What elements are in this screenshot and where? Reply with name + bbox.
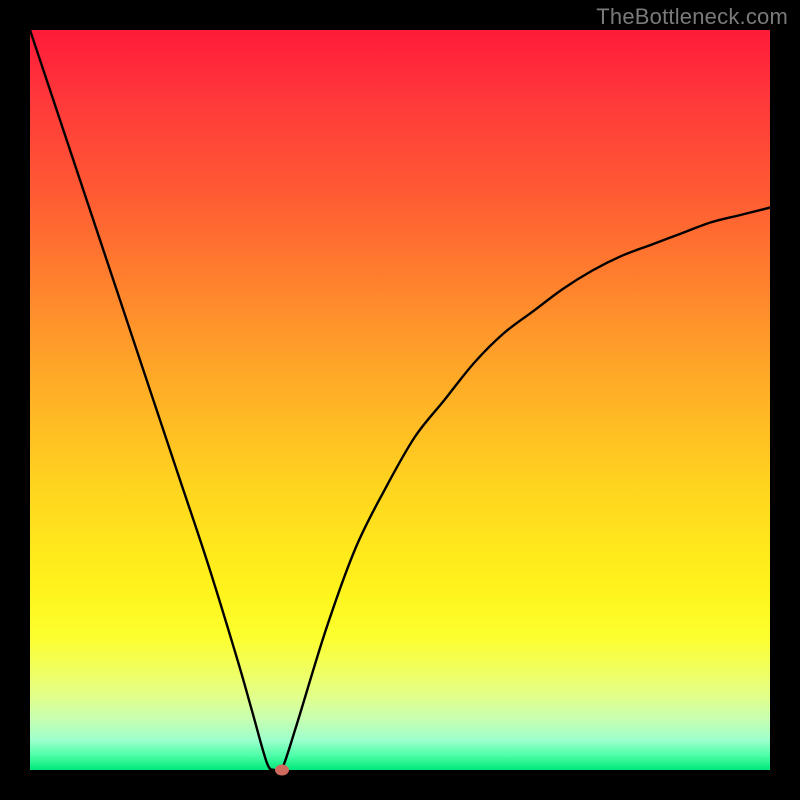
optimal-point-marker — [275, 765, 289, 776]
plot-area — [30, 30, 770, 770]
watermark-text: TheBottleneck.com — [596, 4, 788, 30]
bottleneck-curve — [30, 30, 770, 770]
chart-frame: TheBottleneck.com — [0, 0, 800, 800]
